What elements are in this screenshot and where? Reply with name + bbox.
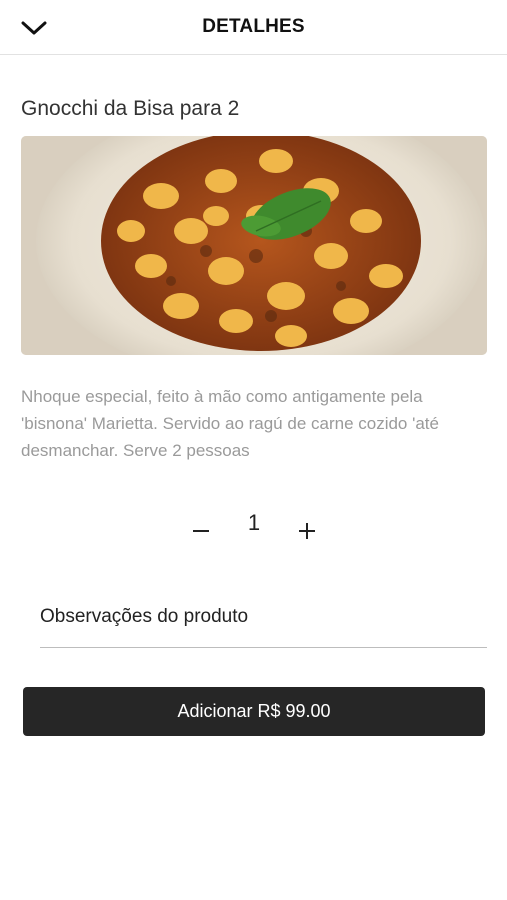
plus-icon <box>299 523 315 539</box>
quantity-value: 1 <box>247 510 261 535</box>
product-image <box>21 136 487 355</box>
product-name: Gnocchi da Bisa para 2 <box>21 97 240 120</box>
increase-quantity-button[interactable] <box>289 512 325 548</box>
decrease-quantity-button[interactable] <box>183 512 219 548</box>
quantity-stepper: 1 <box>0 506 507 554</box>
observations-field[interactable]: Observações do produto <box>40 598 487 648</box>
product-description: Nhoque especial, feito à mão como antiga… <box>21 387 439 460</box>
page-title: DETALHES <box>202 16 305 37</box>
minus-icon <box>193 530 209 532</box>
add-button-label: Adicionar R$ 99.00 <box>177 701 331 721</box>
observations-label: Observações do produto <box>40 606 249 627</box>
header-bar: DETALHES <box>0 0 507 55</box>
add-to-cart-button[interactable]: Adicionar R$ 99.00 <box>23 687 485 736</box>
